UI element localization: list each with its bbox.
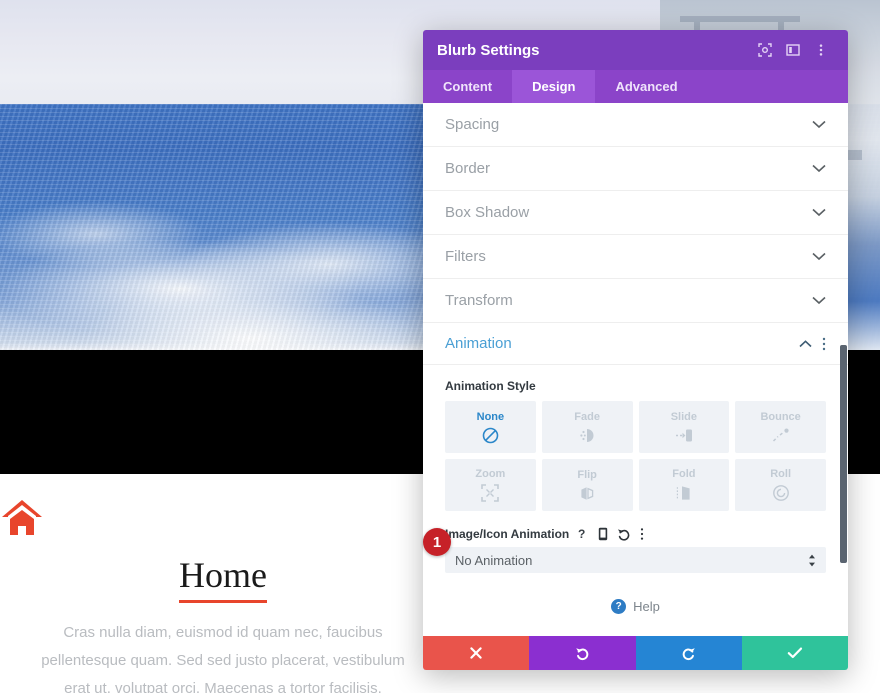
animation-style-label: Animation Style [445, 379, 536, 393]
animation-style-fold[interactable]: Fold [638, 459, 730, 511]
tab-advanced[interactable]: Advanced [595, 70, 697, 103]
animation-style-fold-label: Fold [672, 468, 696, 480]
section-toggle-spacing[interactable]: Spacing [423, 103, 848, 147]
chevron-down-icon [812, 252, 826, 261]
blurb-body-text: Cras nulla diam, euismod id quam nec, fa… [41, 624, 405, 693]
section-label-filters: Filters [445, 248, 486, 265]
modal-footer [423, 636, 848, 670]
roll-spiral-icon [772, 484, 790, 502]
image-icon-animation-value: No Animation [455, 552, 533, 568]
image-icon-animation-label-row: Image/Icon Animation ? [423, 511, 848, 547]
fullscreen-icon[interactable] [752, 37, 778, 63]
redo-button[interactable] [635, 636, 742, 670]
image-icon-animation-select-wrap: No Animation [423, 547, 848, 573]
bounce-icon [771, 427, 791, 444]
fold-icon [675, 484, 693, 502]
modal-scrollbar[interactable] [840, 345, 847, 563]
blurb-module: Home Cras nulla diam, euismod id quam ne… [0, 474, 446, 693]
tab-content[interactable]: Content [423, 70, 512, 103]
chevron-down-icon [812, 120, 826, 129]
animation-style-roll[interactable]: Roll [735, 459, 826, 511]
modal-tab-bar: Content Design Advanced [423, 70, 848, 103]
help-row: ? Help [423, 573, 848, 614]
reset-undo-icon[interactable] [617, 527, 631, 541]
animation-style-roll-label: Roll [770, 468, 792, 480]
animation-style-flip[interactable]: Flip [541, 459, 633, 511]
animation-style-flip-label: Flip [577, 468, 597, 481]
help-link[interactable]: Help [633, 599, 660, 614]
modal-title: Blurb Settings [437, 41, 540, 59]
svg-text:?: ? [578, 527, 585, 541]
section-label-transform: Transform [445, 292, 513, 309]
flip-icon [578, 485, 596, 502]
kebab-menu-icon[interactable] [822, 337, 826, 351]
blurb-settings-modal: Blurb Settings Content Design Advanced S… [423, 30, 848, 670]
step-badge-1: 1 [423, 528, 451, 556]
layout-panel-icon[interactable] [780, 37, 806, 63]
section-toggle-transform[interactable]: Transform [423, 279, 848, 323]
help-question-icon[interactable]: ? [578, 527, 589, 541]
fade-icon [578, 427, 596, 444]
image-icon-animation-label: Image/Icon Animation [445, 527, 570, 541]
animation-style-bounce[interactable]: Bounce [735, 401, 826, 453]
question-circle-icon: ? [611, 599, 627, 614]
section-label-border: Border [445, 160, 491, 177]
chevron-down-icon [812, 164, 826, 173]
animation-style-fade[interactable]: Fade [541, 401, 633, 453]
kebab-menu-icon[interactable] [640, 527, 644, 541]
section-toggle-filters[interactable]: Filters [423, 235, 848, 279]
zoom-expand-icon [481, 484, 500, 502]
section-toggle-border[interactable]: Border [423, 147, 848, 191]
save-button[interactable] [741, 636, 848, 670]
section-label-spacing: Spacing [445, 116, 500, 133]
animation-style-slide[interactable]: Slide [638, 401, 730, 453]
animation-section-header[interactable]: Animation [423, 323, 848, 365]
chevron-down-icon [812, 296, 826, 305]
kebab-menu-icon[interactable] [808, 37, 834, 63]
chevron-down-icon [812, 208, 826, 217]
undo-button[interactable] [529, 636, 636, 670]
animation-style-grid: None Fade Slide Bounce Zoom Flip Fold Ro… [423, 401, 848, 511]
modal-header: Blurb Settings [423, 30, 848, 70]
slide-icon [674, 427, 694, 444]
animation-style-bounce-label: Bounce [760, 410, 801, 423]
animation-style-none-label: None [476, 410, 505, 423]
animation-section: Animation Animation Style None Fade Slid… [423, 323, 848, 620]
animation-style-slide-label: Slide [670, 410, 698, 423]
cancel-button[interactable] [423, 636, 530, 670]
chevron-up-icon[interactable] [799, 339, 812, 348]
blurb-title: Home [179, 554, 267, 603]
no-entry-icon [482, 427, 499, 444]
animation-section-title: Animation [445, 335, 512, 352]
animation-style-fade-label: Fade [574, 410, 600, 423]
animation-style-zoom[interactable]: Zoom [445, 459, 536, 511]
animation-style-none[interactable]: None [445, 401, 536, 453]
house-icon [0, 498, 446, 538]
modal-body: Spacing Border Box Shadow Filters Transf [423, 103, 848, 636]
tab-design[interactable]: Design [512, 70, 596, 103]
select-updown-arrow-icon [808, 554, 816, 567]
animation-style-zoom-label: Zoom [475, 468, 506, 480]
section-label-box-shadow: Box Shadow [445, 204, 530, 221]
responsive-mobile-icon[interactable] [598, 527, 608, 541]
image-icon-animation-select[interactable]: No Animation [445, 547, 826, 573]
section-toggle-box-shadow[interactable]: Box Shadow [423, 191, 848, 235]
